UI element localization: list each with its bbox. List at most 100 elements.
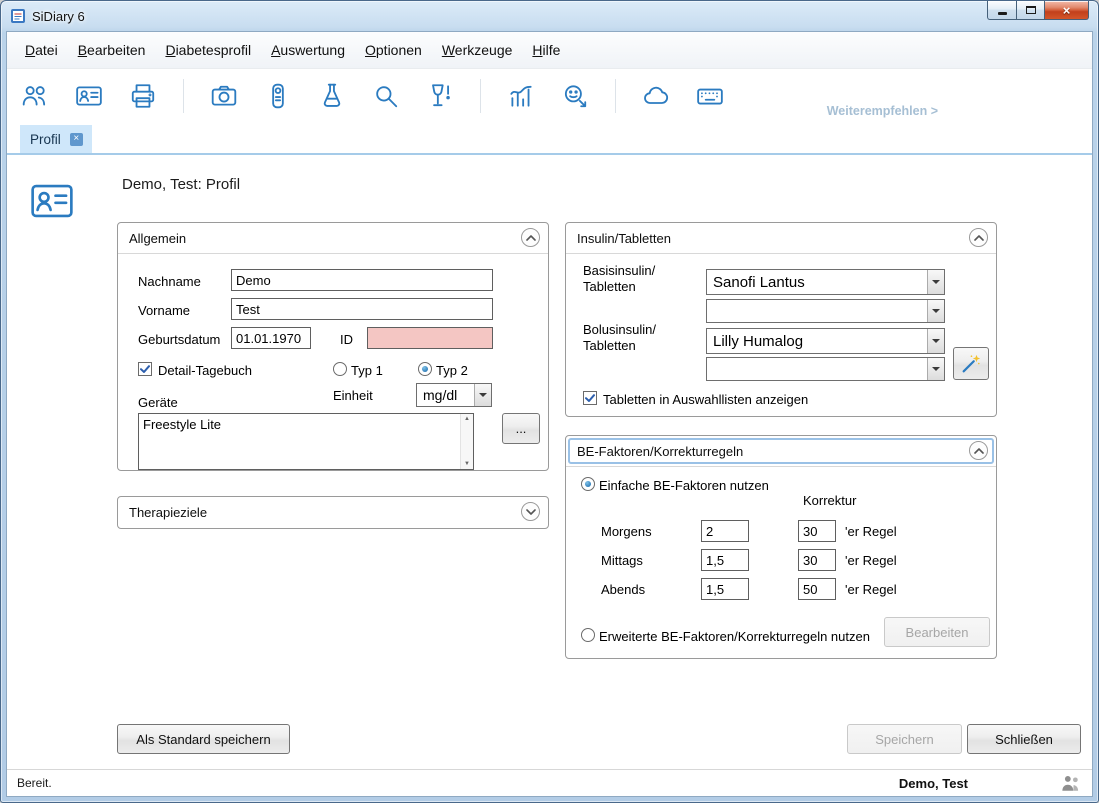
group-allgemein: Allgemein Nachname Vorname Geburtsdatum … (117, 222, 549, 471)
scroll-up-icon[interactable]: ▲ (464, 414, 470, 424)
minimize-button[interactable] (987, 1, 1016, 20)
lab-button[interactable] (318, 82, 346, 110)
abends-label: Abends (601, 582, 645, 597)
mittags-be-input[interactable] (701, 549, 749, 571)
menu-item-optionen[interactable]: Optionen (355, 38, 432, 62)
id-input[interactable] (367, 327, 493, 349)
geraete-field: Freestyle Lite ▲ ▼ (138, 413, 474, 470)
chevron-up-icon (526, 235, 536, 241)
korrektur-header-label: Korrektur (803, 493, 856, 508)
print-button[interactable] (129, 82, 157, 110)
geraete-textarea[interactable]: Freestyle Lite (139, 414, 460, 469)
einheit-select[interactable]: mg/dl (416, 383, 492, 407)
collapse-insulin-button[interactable] (969, 228, 988, 247)
menu-item-datei[interactable]: Datei (15, 38, 68, 62)
nachname-input[interactable] (231, 269, 493, 291)
camera-button[interactable] (210, 82, 238, 110)
device-button[interactable] (264, 82, 292, 110)
statistics-icon (507, 82, 535, 110)
menubar: Datei Bearbeiten Diabetesprofil Auswertu… (7, 32, 1092, 69)
maximize-icon (1026, 6, 1036, 14)
morgens-be-input[interactable] (701, 520, 749, 542)
patients-button[interactable] (21, 82, 49, 110)
smiley-icon (561, 82, 589, 110)
typ1-radio[interactable] (333, 362, 347, 376)
als-standard-speichern-button[interactable]: Als Standard speichern (117, 724, 290, 754)
wellbeing-button[interactable] (561, 82, 589, 110)
morgens-label: Morgens (601, 524, 652, 539)
app-window: SiDiary 6 × Datei Bearbeiten Diabetespro… (0, 0, 1099, 803)
toolbar: Weiterempfehlen > (7, 69, 1092, 123)
menu-item-werkzeuge[interactable]: Werkzeuge (432, 38, 523, 62)
typ2-radio[interactable] (418, 362, 432, 376)
statistics-button[interactable] (507, 82, 535, 110)
group-insulin-title: Insulin/Tabletten (577, 231, 671, 246)
vorname-label: Vorname (138, 303, 190, 318)
nutrition-icon (426, 82, 454, 110)
check-icon (585, 394, 595, 403)
status-users-icon (1060, 773, 1082, 793)
abends-be-input[interactable] (701, 578, 749, 600)
tabletten-anzeigen-checkbox[interactable] (583, 391, 597, 405)
menu-item-hilfe[interactable]: Hilfe (522, 38, 570, 62)
search-button[interactable] (372, 82, 400, 110)
group-insulin: Insulin/Tabletten Basisinsulin/ Tablette… (565, 222, 997, 417)
chevron-up-icon (974, 448, 984, 454)
scroll-down-icon[interactable]: ▼ (464, 459, 470, 469)
menu-item-auswertung[interactable]: Auswertung (261, 38, 355, 62)
page-title: Demo, Test: Profil (122, 176, 240, 193)
printer-icon (129, 82, 157, 110)
profile-big-icon (29, 179, 75, 223)
geburtsdatum-label: Geburtsdatum (138, 332, 220, 347)
morgens-korrektur-input[interactable] (798, 520, 836, 542)
close-button[interactable]: × (1044, 1, 1089, 20)
basisinsulin-select[interactable]: Sanofi Lantus (706, 269, 945, 295)
status-text: Bereit. (17, 776, 52, 790)
bolusinsulin-select[interactable]: Lilly Humalog (706, 328, 945, 354)
group-therapieziele-title: Therapieziele (129, 505, 207, 520)
basisinsulin2-select[interactable] (706, 299, 945, 323)
tabbar: Profil × (7, 123, 1092, 155)
keyboard-button[interactable] (696, 82, 724, 110)
mittags-regel-label: 'er Regel (845, 553, 897, 568)
camera-icon (210, 82, 238, 110)
geraete-more-button[interactable]: ... (502, 413, 540, 444)
maximize-button[interactable] (1016, 1, 1044, 20)
geraete-label: Geräte (138, 395, 178, 410)
einfache-befaktoren-radio[interactable] (581, 477, 595, 491)
group-insulin-header: Insulin/Tabletten (566, 223, 996, 254)
online-button[interactable] (642, 82, 670, 110)
erweiterte-befaktoren-radio[interactable] (581, 628, 595, 642)
vorname-input[interactable] (231, 298, 493, 320)
tab-profil[interactable]: Profil × (20, 125, 92, 153)
basisinsulin2-value (707, 300, 927, 322)
abends-korrektur-input[interactable] (798, 578, 836, 600)
einheit-label: Einheit (333, 388, 373, 403)
menu-item-bearbeiten[interactable]: Bearbeiten (68, 38, 156, 62)
menu-item-diabetesprofil[interactable]: Diabetesprofil (155, 38, 261, 62)
nutrition-button[interactable] (426, 82, 454, 110)
bolusinsulin-value: Lilly Humalog (707, 329, 927, 353)
insulin-wizard-button[interactable] (953, 347, 989, 380)
mittags-korrektur-input[interactable] (798, 549, 836, 571)
tab-profil-label: Profil (30, 132, 61, 147)
detail-tagebuch-label: Detail-Tagebuch (158, 363, 252, 378)
bolusinsulin2-select[interactable] (706, 357, 945, 381)
profile-button[interactable] (75, 82, 103, 110)
morgens-regel-label: 'er Regel (845, 524, 897, 539)
geburtsdatum-input[interactable] (231, 327, 311, 349)
chevron-down-icon (927, 358, 944, 380)
collapse-befaktoren-button[interactable] (969, 441, 988, 460)
detail-tagebuch-checkbox[interactable] (138, 362, 152, 376)
recommend-link[interactable]: Weiterempfehlen > (827, 104, 938, 118)
titlebar[interactable]: SiDiary 6 × (1, 1, 1098, 31)
nachname-label: Nachname (138, 274, 201, 289)
schliessen-button[interactable]: Schließen (967, 724, 1081, 754)
geraete-scrollbar[interactable]: ▲ ▼ (460, 414, 473, 469)
tab-close-icon[interactable]: × (70, 133, 83, 146)
close-icon: × (1063, 2, 1071, 19)
collapse-allgemein-button[interactable] (521, 228, 540, 247)
check-icon (140, 365, 150, 374)
expand-therapieziele-button[interactable] (521, 502, 540, 521)
cloud-icon (642, 82, 670, 110)
